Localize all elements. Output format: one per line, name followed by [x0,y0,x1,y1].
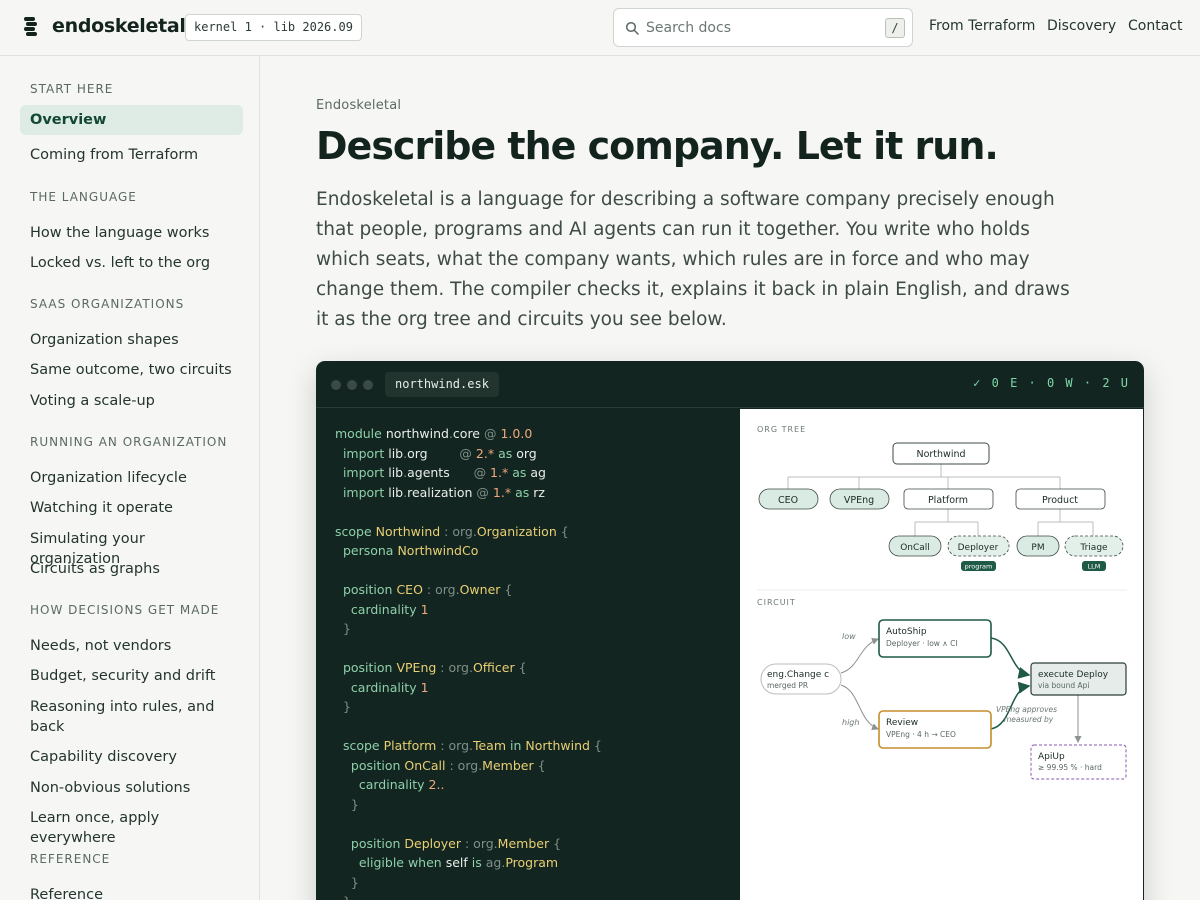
code-line-6: scope Northwind : org.Organization { [335,523,569,539]
circuit-node-sub: VPEng · 4 h → CEO [886,730,956,739]
search-box[interactable]: / [613,8,913,47]
sidebar-section-title: SAAS ORGANIZATIONS [30,297,185,311]
diagram-pane: ORG TREE Northwind CEO VPEng Platform Pr… [740,409,1143,900]
edge-label-low: low [842,632,856,641]
diagram-svg: ORG TREE Northwind CEO VPEng Platform Pr… [757,425,1127,780]
circuit-node-title: eng.Change c [767,670,829,680]
sidebar-item-organization-lifecycle[interactable]: Organization lifecycle [20,463,243,493]
code-line-17: scope Platform : org.Team in Northwind { [342,738,602,753]
code-line-9: position CEO : org.Owner { [342,582,513,597]
code-panel: northwind.esk ✓ 0 E · 0 W · 2 U module n… [316,361,1144,900]
code-line-24: } [350,874,359,890]
org-node-label: Triage [1079,543,1108,553]
nav-link-contact[interactable]: Contact [1128,18,1182,34]
edge-label-high: high [842,718,859,727]
sidebar: START HERE Overview Coming from Terrafor… [0,56,260,900]
code-line-4: import lib.realization @ 1.* as rz [342,484,545,500]
sidebar-item-non-obvious-solutions[interactable]: Non-obvious solutions [20,773,243,803]
sidebar-section-title: RUNNING AN ORGANIZATION [30,435,228,449]
window-dot [331,380,341,390]
search-icon [625,21,639,35]
org-node-label: PM [1031,543,1044,553]
sidebar-item-coming-from-terraform[interactable]: Coming from Terraform [20,140,243,170]
compile-status: ✓ 0 E · 0 W · 2 U [973,376,1130,390]
code-line-23: eligible when self is ag.Program [358,855,559,870]
sidebar-item-needs-not-vendors[interactable]: Needs, not vendors [20,631,243,661]
nav-link-from-terraform[interactable]: From Terraform [929,18,1035,34]
file-tab[interactable]: northwind.esk [385,372,499,397]
sidebar-item-how-language-works[interactable]: How the language works [20,218,243,248]
sidebar-item-circuits-as-graphs[interactable]: Circuits as graphs [20,554,243,584]
code-line-22: position Deployer : org.Member { [350,835,562,851]
code-line-2: import lib.org @ 2.* as org [342,445,537,461]
circuit-node-title: Review [886,718,918,728]
circuit-node-title: AutoShip [886,627,927,637]
circuit-node-sub: Deployer · low ∧ CI [886,639,958,648]
org-tree-label: ORG TREE [757,425,806,434]
code-line-3: import lib.agents @ 1.* as ag [342,465,546,480]
code-line-11: } [342,621,351,636]
edge-note-approves: VPEng approves [996,705,1057,714]
code-line-10: cardinality 1 [350,601,429,617]
search-input[interactable] [646,13,866,42]
sidebar-item-voting-scale-up[interactable]: Voting a scale-up [20,386,243,416]
llm-badge-label: LLM [1088,563,1101,571]
org-node-label: Product [1042,495,1078,506]
edge-note-measured-by: measured by [1004,715,1054,724]
org-node-label: VPEng [844,495,874,506]
code-line-15: } [342,699,351,714]
sidebar-item-budget-security-drift[interactable]: Budget, security and drift [20,661,243,691]
search-shortcut-key: / [885,18,905,38]
sidebar-item-watching-it-operate[interactable]: Watching it operate [20,493,243,523]
code-editor[interactable]: module northwind.core @ 1.0.0 import lib… [335,424,602,900]
code-line-18: position OnCall : org.Member { [350,757,546,773]
sidebar-section-title: HOW DECISIONS GET MADE [30,603,220,617]
version-badge: kernel 1 · lib 2026.09 [185,14,362,41]
logo-icon [24,17,37,36]
code-line-13: position VPEng : org.Officer { [342,660,527,675]
nav-link-discovery[interactable]: Discovery [1047,18,1116,34]
org-node-label: OnCall [900,543,930,553]
program-badge-label: program [965,563,993,571]
code-line-19: cardinality 2.. [358,777,445,792]
brand-name[interactable]: endoskeletal [52,15,186,37]
code-line-25: } [335,894,351,900]
top-bar: endoskeletal kernel 1 · lib 2026.09 / Fr… [0,0,1200,56]
sidebar-item-reasoning-into-rules[interactable]: Reasoning into rules, and back [20,692,243,742]
window-dot [363,380,373,390]
code-line-1: module northwind.core @ 1.0.0 [335,426,533,441]
sidebar-section-title: THE LANGUAGE [30,190,137,204]
code-line-7: persona NorthwindCo [342,543,479,558]
eyebrow: Endoskeletal [316,98,402,113]
window-dot [347,380,357,390]
circuit-node-title: execute Deploy [1038,670,1109,680]
org-node-label: Platform [928,495,968,506]
circuit-node-sub: merged PR [767,681,808,690]
circuit-label: CIRCUIT [757,598,796,607]
sidebar-item-same-outcome[interactable]: Same outcome, two circuits [20,355,243,385]
org-node-label: Deployer [958,543,999,553]
sidebar-item-organization-shapes[interactable]: Organization shapes [20,325,243,355]
circuit-node-sub: via bound Api [1038,681,1089,690]
org-node-label: CEO [778,495,798,506]
sidebar-item-reference[interactable]: Reference [20,880,243,900]
code-line-14: cardinality 1 [350,679,429,695]
sidebar-section-title: START HERE [30,82,114,96]
code-line-20: } [350,796,359,812]
circuit-node-apiup[interactable] [1030,744,1127,780]
circuit-node-sub: ≥ 99.95 % · hard [1038,763,1102,772]
sidebar-item-capability-discovery[interactable]: Capability discovery [20,742,243,772]
sidebar-item-learn-once[interactable]: Learn once, apply everywhere [20,803,243,853]
sidebar-section-title: REFERENCE [30,852,111,866]
page-title: Describe the company. Let it run. [316,124,999,168]
intro-paragraph: Endoskeletal is a language for describin… [316,189,1070,330]
org-node-label: Northwind [916,449,965,460]
circuit-node-title: ApiUp [1038,752,1065,762]
sidebar-item-overview[interactable]: Overview [20,105,243,135]
panel-toolbar: northwind.esk ✓ 0 E · 0 W · 2 U [316,361,1144,408]
sidebar-item-locked-vs-left[interactable]: Locked vs. left to the org [20,248,243,278]
